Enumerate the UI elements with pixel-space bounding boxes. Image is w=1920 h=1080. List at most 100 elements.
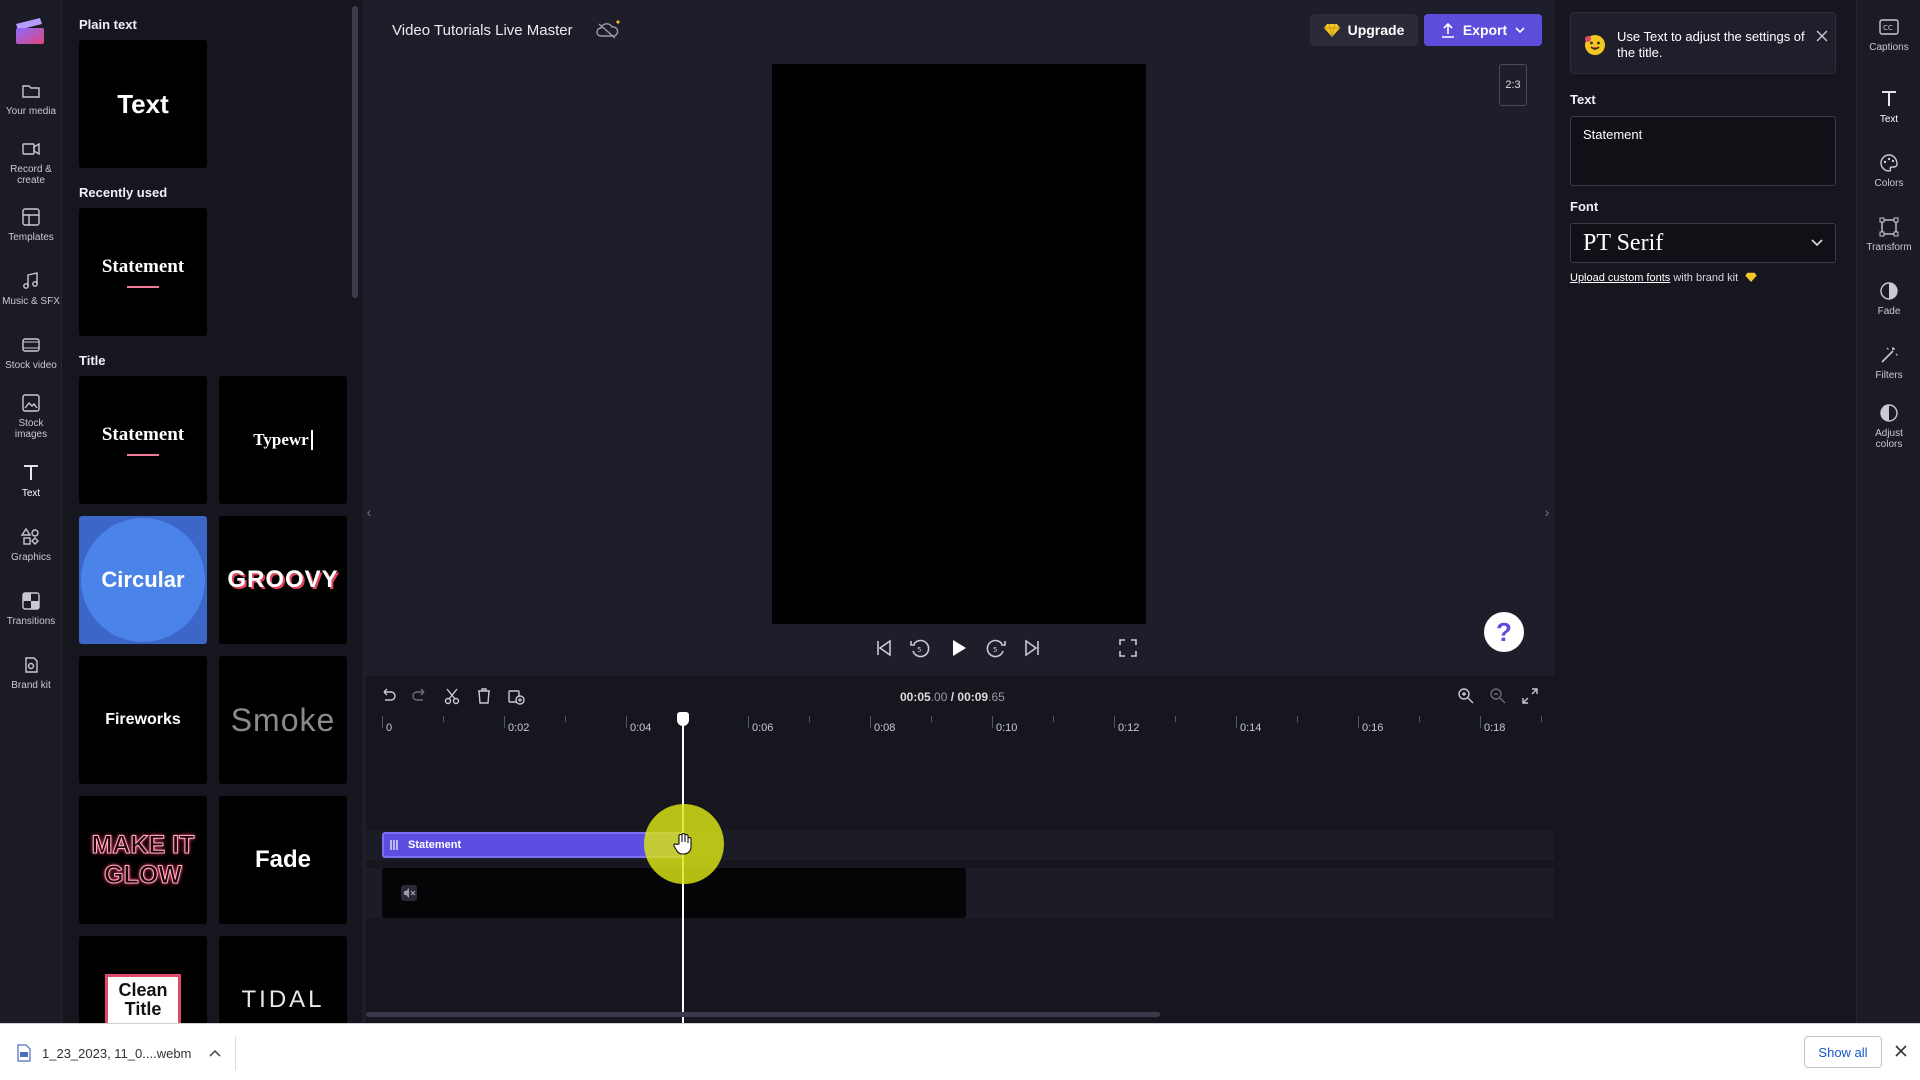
upgrade-button[interactable]: Upgrade — [1310, 14, 1418, 46]
shapes-icon — [20, 527, 39, 545]
magic-wand-icon — [1881, 347, 1898, 363]
upload-custom-fonts-link[interactable]: Upload custom fonts — [1570, 272, 1670, 284]
nav-label: Brand kit — [11, 680, 51, 691]
download-item[interactable]: 1_23_2023, 11_0....webm — [16, 1036, 236, 1070]
undo-icon[interactable] — [378, 686, 398, 706]
close-icon[interactable] — [1892, 1042, 1910, 1060]
export-button[interactable]: Export — [1424, 14, 1542, 46]
ruler-minor-tick — [1175, 716, 1176, 722]
cloud-offline-icon[interactable] — [594, 18, 622, 44]
zoom-in-icon[interactable] — [1456, 686, 1476, 706]
chevron-up-icon[interactable] — [209, 1049, 221, 1057]
tile-tidal[interactable]: TIDAL — [219, 936, 347, 1023]
project-title[interactable]: Video Tutorials Live Master — [392, 22, 573, 39]
transitions-icon — [22, 592, 40, 610]
tile-statement[interactable]: Statement — [79, 376, 207, 504]
nav-label: Record & create — [10, 164, 52, 186]
tile-label: TIDAL — [241, 986, 325, 1013]
plain-text-heading: Plain text — [79, 17, 137, 32]
clip-grip-icon[interactable] — [388, 839, 400, 851]
playhead-handle[interactable] — [677, 712, 689, 726]
rail-filters[interactable]: Filters — [1857, 344, 1920, 381]
collapse-left-panel-icon[interactable]: ‹ — [362, 490, 376, 534]
rail-colors[interactable]: Colors — [1857, 152, 1920, 189]
zoom-out-icon[interactable] — [1488, 686, 1508, 706]
tile-label: Typewr — [253, 430, 313, 450]
collapse-right-panel-icon[interactable]: › — [1540, 490, 1554, 534]
duplicate-icon[interactable] — [506, 686, 526, 706]
tile-label: Circular — [101, 567, 185, 592]
chevron-down-icon — [1515, 27, 1525, 34]
total-time: 00:09 — [957, 690, 989, 704]
timeline-h-scrollbar[interactable] — [366, 1012, 1160, 1017]
fullscreen-icon[interactable] — [1116, 636, 1140, 660]
nav-stock-images[interactable]: Stock images — [0, 392, 62, 440]
ruler-major-tick — [870, 716, 871, 728]
rail-text[interactable]: Text — [1857, 88, 1920, 125]
rewind-5s-icon[interactable]: 5 — [908, 636, 932, 660]
rail-adjust-colors[interactable]: Adjust colors — [1857, 402, 1920, 450]
redo-icon[interactable] — [410, 686, 430, 706]
tile-label: Statement — [101, 256, 185, 277]
nav-music-sfx[interactable]: Music & SFX — [0, 270, 62, 307]
tile-make-it-glow[interactable]: MAKE IT GLOW — [79, 796, 207, 924]
recently-used-heading: Recently used — [79, 185, 168, 200]
tile-smoke[interactable]: Smoke — [219, 656, 347, 784]
ruler-major-tick — [748, 716, 749, 728]
video-preview-canvas[interactable] — [772, 64, 1146, 624]
close-icon[interactable] — [1815, 29, 1829, 43]
text-clip-statement[interactable]: Statement — [382, 832, 684, 858]
underline-accent — [127, 286, 159, 288]
nav-label: Your media — [5, 106, 57, 117]
tile-clean-title[interactable]: Clean Title — [79, 936, 207, 1023]
skip-to-start-icon[interactable] — [872, 636, 896, 660]
tile-circular[interactable]: Circular — [79, 516, 207, 644]
trash-icon[interactable] — [474, 686, 494, 706]
speaker-mute-icon[interactable] — [400, 884, 418, 902]
rail-label: Adjust colors — [1875, 428, 1903, 450]
library-scrollbar[interactable] — [352, 6, 358, 298]
nav-record-create[interactable]: Record & create — [0, 138, 62, 186]
help-question-icon[interactable]: ? — [1484, 612, 1524, 652]
fade-icon — [1880, 282, 1898, 300]
fit-timeline-icon[interactable] — [1520, 686, 1540, 706]
tile-groovy[interactable]: GROOVY — [219, 516, 347, 644]
nav-graphics[interactable]: Graphics — [0, 526, 62, 563]
tile-plain-text[interactable]: Text — [79, 40, 207, 168]
nav-templates[interactable]: Templates — [0, 206, 62, 243]
aspect-ratio-button[interactable]: 2:3 — [1499, 64, 1527, 106]
chevron-down-icon — [1811, 239, 1823, 247]
nav-label: Music & SFX — [2, 296, 60, 307]
ruler-minor-tick — [443, 716, 444, 722]
tile-recent-statement[interactable]: Statement — [79, 208, 207, 336]
forward-5s-icon[interactable]: 5 — [984, 636, 1008, 660]
scissors-icon[interactable] — [442, 686, 462, 706]
title-text-input[interactable]: Statement — [1570, 116, 1836, 186]
rail-fade[interactable]: Fade — [1857, 280, 1920, 317]
timeline-ruler[interactable]: 0 0:02 0:04 0:06 0:08 0:10 0:12 0:14 0:16 0:18 — [366, 716, 1554, 746]
tile-fireworks[interactable]: Fireworks — [79, 656, 207, 784]
play-icon[interactable] — [946, 636, 970, 660]
nav-your-media[interactable]: Your media — [0, 80, 62, 117]
playback-controls: 5 5 — [870, 636, 1150, 664]
rail-captions[interactable]: CC Captions — [1857, 16, 1920, 53]
nav-stock-video[interactable]: Stock video — [0, 334, 62, 371]
nav-transitions[interactable]: Transitions — [0, 590, 62, 627]
skip-to-end-icon[interactable] — [1020, 636, 1044, 660]
image-icon — [22, 394, 40, 412]
title-heading: Title — [79, 353, 106, 368]
font-select[interactable]: PT Serif — [1570, 223, 1836, 263]
clipchamp-logo-icon[interactable] — [14, 16, 46, 46]
tile-fade[interactable]: Fade — [219, 796, 347, 924]
ruler-minor-tick — [931, 716, 932, 722]
ruler-major-tick — [382, 716, 383, 728]
music-note-icon — [23, 272, 38, 289]
tile-typewriter[interactable]: Typewr — [219, 376, 347, 504]
nav-brand-kit[interactable]: Brand kit — [0, 654, 62, 691]
show-all-button[interactable]: Show all — [1804, 1036, 1882, 1068]
rail-label: Text — [1879, 114, 1899, 125]
tile-label: Fireworks — [105, 711, 181, 728]
rail-transform[interactable]: Transform — [1857, 216, 1920, 253]
folder-icon — [22, 85, 40, 98]
nav-text[interactable]: Text — [0, 462, 62, 499]
